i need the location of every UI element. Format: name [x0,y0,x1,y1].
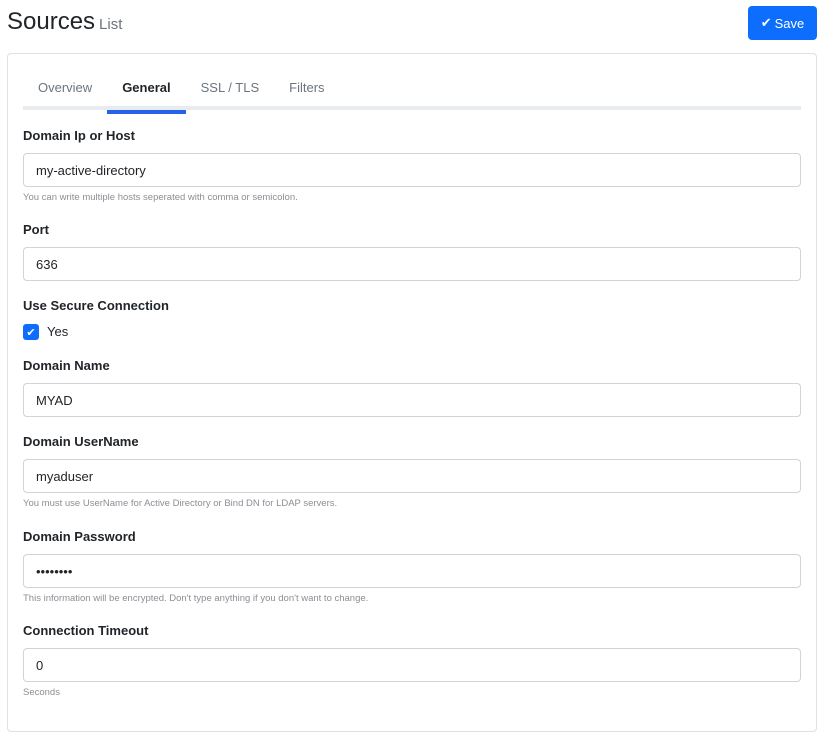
secure-option-label: Yes [47,324,69,339]
password-input[interactable] [23,554,801,588]
password-help: This information will be encrypted. Don'… [23,593,369,604]
domain-name-label: Domain Name [23,358,110,373]
tab-overview[interactable]: Overview [23,78,107,110]
tab-ssl-tls[interactable]: SSL / TLS [186,78,275,110]
tab-filters[interactable]: Filters [274,78,339,110]
timeout-label: Connection Timeout [23,623,149,638]
username-input[interactable] [23,459,801,493]
check-icon: ✔ [760,15,772,30]
username-help: You must use UserName for Active Directo… [23,498,338,509]
page-subtitle: List [99,16,123,33]
timeout-input[interactable] [23,648,801,682]
domain-name-input[interactable] [23,383,801,417]
secure-checkbox[interactable]: ✔ [23,324,39,340]
tab-general[interactable]: General [107,78,187,114]
tab-bar: Overview General SSL / TLS Filters [23,78,801,114]
save-label: Save [774,15,805,31]
check-icon: ✔ [26,326,36,339]
secure-label: Use Secure Connection [23,298,169,313]
timeout-help: Seconds [23,687,60,698]
host-input[interactable] [23,153,801,187]
password-label: Domain Password [23,529,136,544]
port-input[interactable] [23,247,801,281]
username-label: Domain UserName [23,434,139,449]
port-label: Port [23,222,49,237]
host-help: You can write multiple hosts seperated w… [23,192,298,203]
host-label: Domain Ip or Host [23,128,135,143]
save-button[interactable]: ✔ Save [748,6,817,40]
title-text: Sources [7,8,96,35]
page-title: Sources List [7,8,122,36]
